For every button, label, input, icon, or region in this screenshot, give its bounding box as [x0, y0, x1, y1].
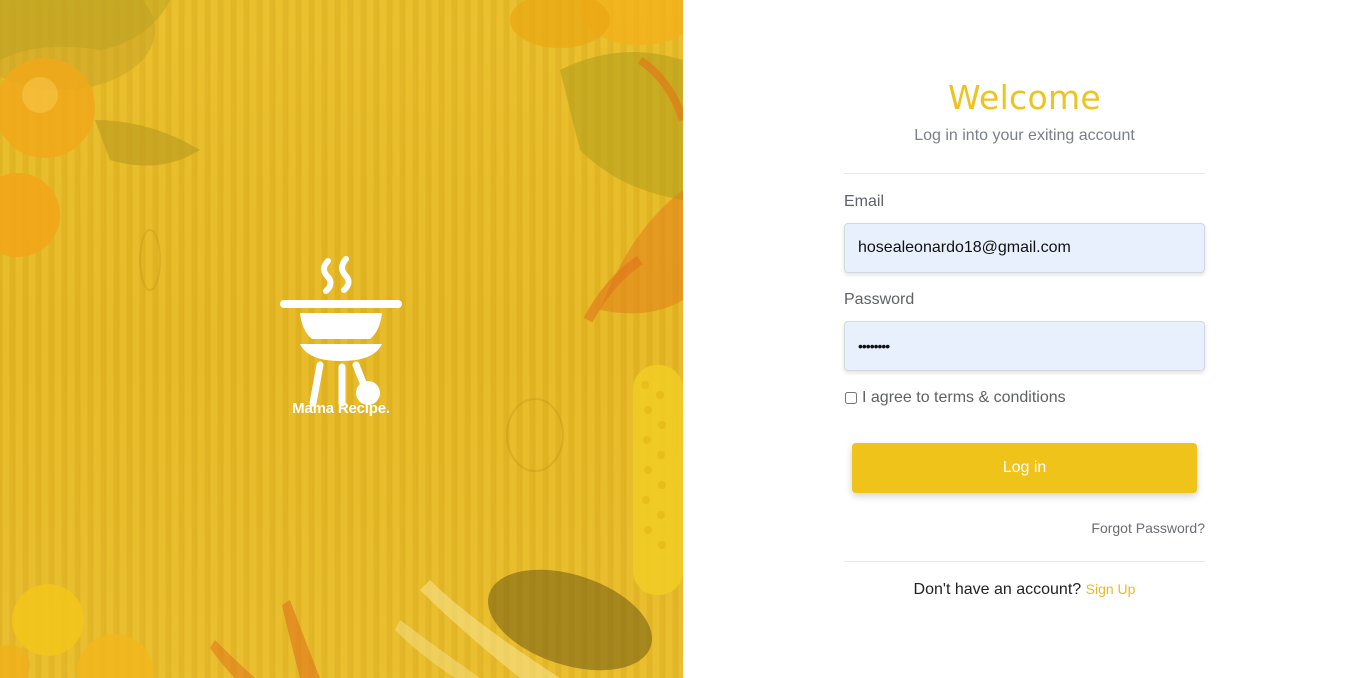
signup-link[interactable]: Sign Up [1086, 581, 1136, 597]
brand-name: Mama Recipe. [292, 400, 390, 417]
hero-panel: Mama Recipe. [0, 0, 683, 678]
divider-top [844, 173, 1205, 174]
password-label: Password [844, 291, 915, 308]
login-button[interactable]: Log in [852, 443, 1197, 493]
forgot-password-link[interactable]: Forgot Password? [844, 520, 1205, 536]
page-title: Welcome [947, 78, 1102, 117]
email-label: Email [844, 193, 885, 210]
signup-row: Don't have an account? Sign Up [844, 581, 1205, 599]
no-account-text: Don't have an account? [913, 581, 1082, 598]
agree-terms-checkbox[interactable] [845, 392, 857, 404]
password-field[interactable] [844, 321, 1205, 371]
agree-terms-label: I agree to terms & conditions [862, 389, 1066, 406]
agree-terms-row: I agree to terms & conditions [844, 389, 1066, 407]
divider-bottom [844, 561, 1205, 562]
page-subtitle: Log in into your exiting account [914, 127, 1135, 144]
email-field[interactable] [844, 223, 1205, 273]
